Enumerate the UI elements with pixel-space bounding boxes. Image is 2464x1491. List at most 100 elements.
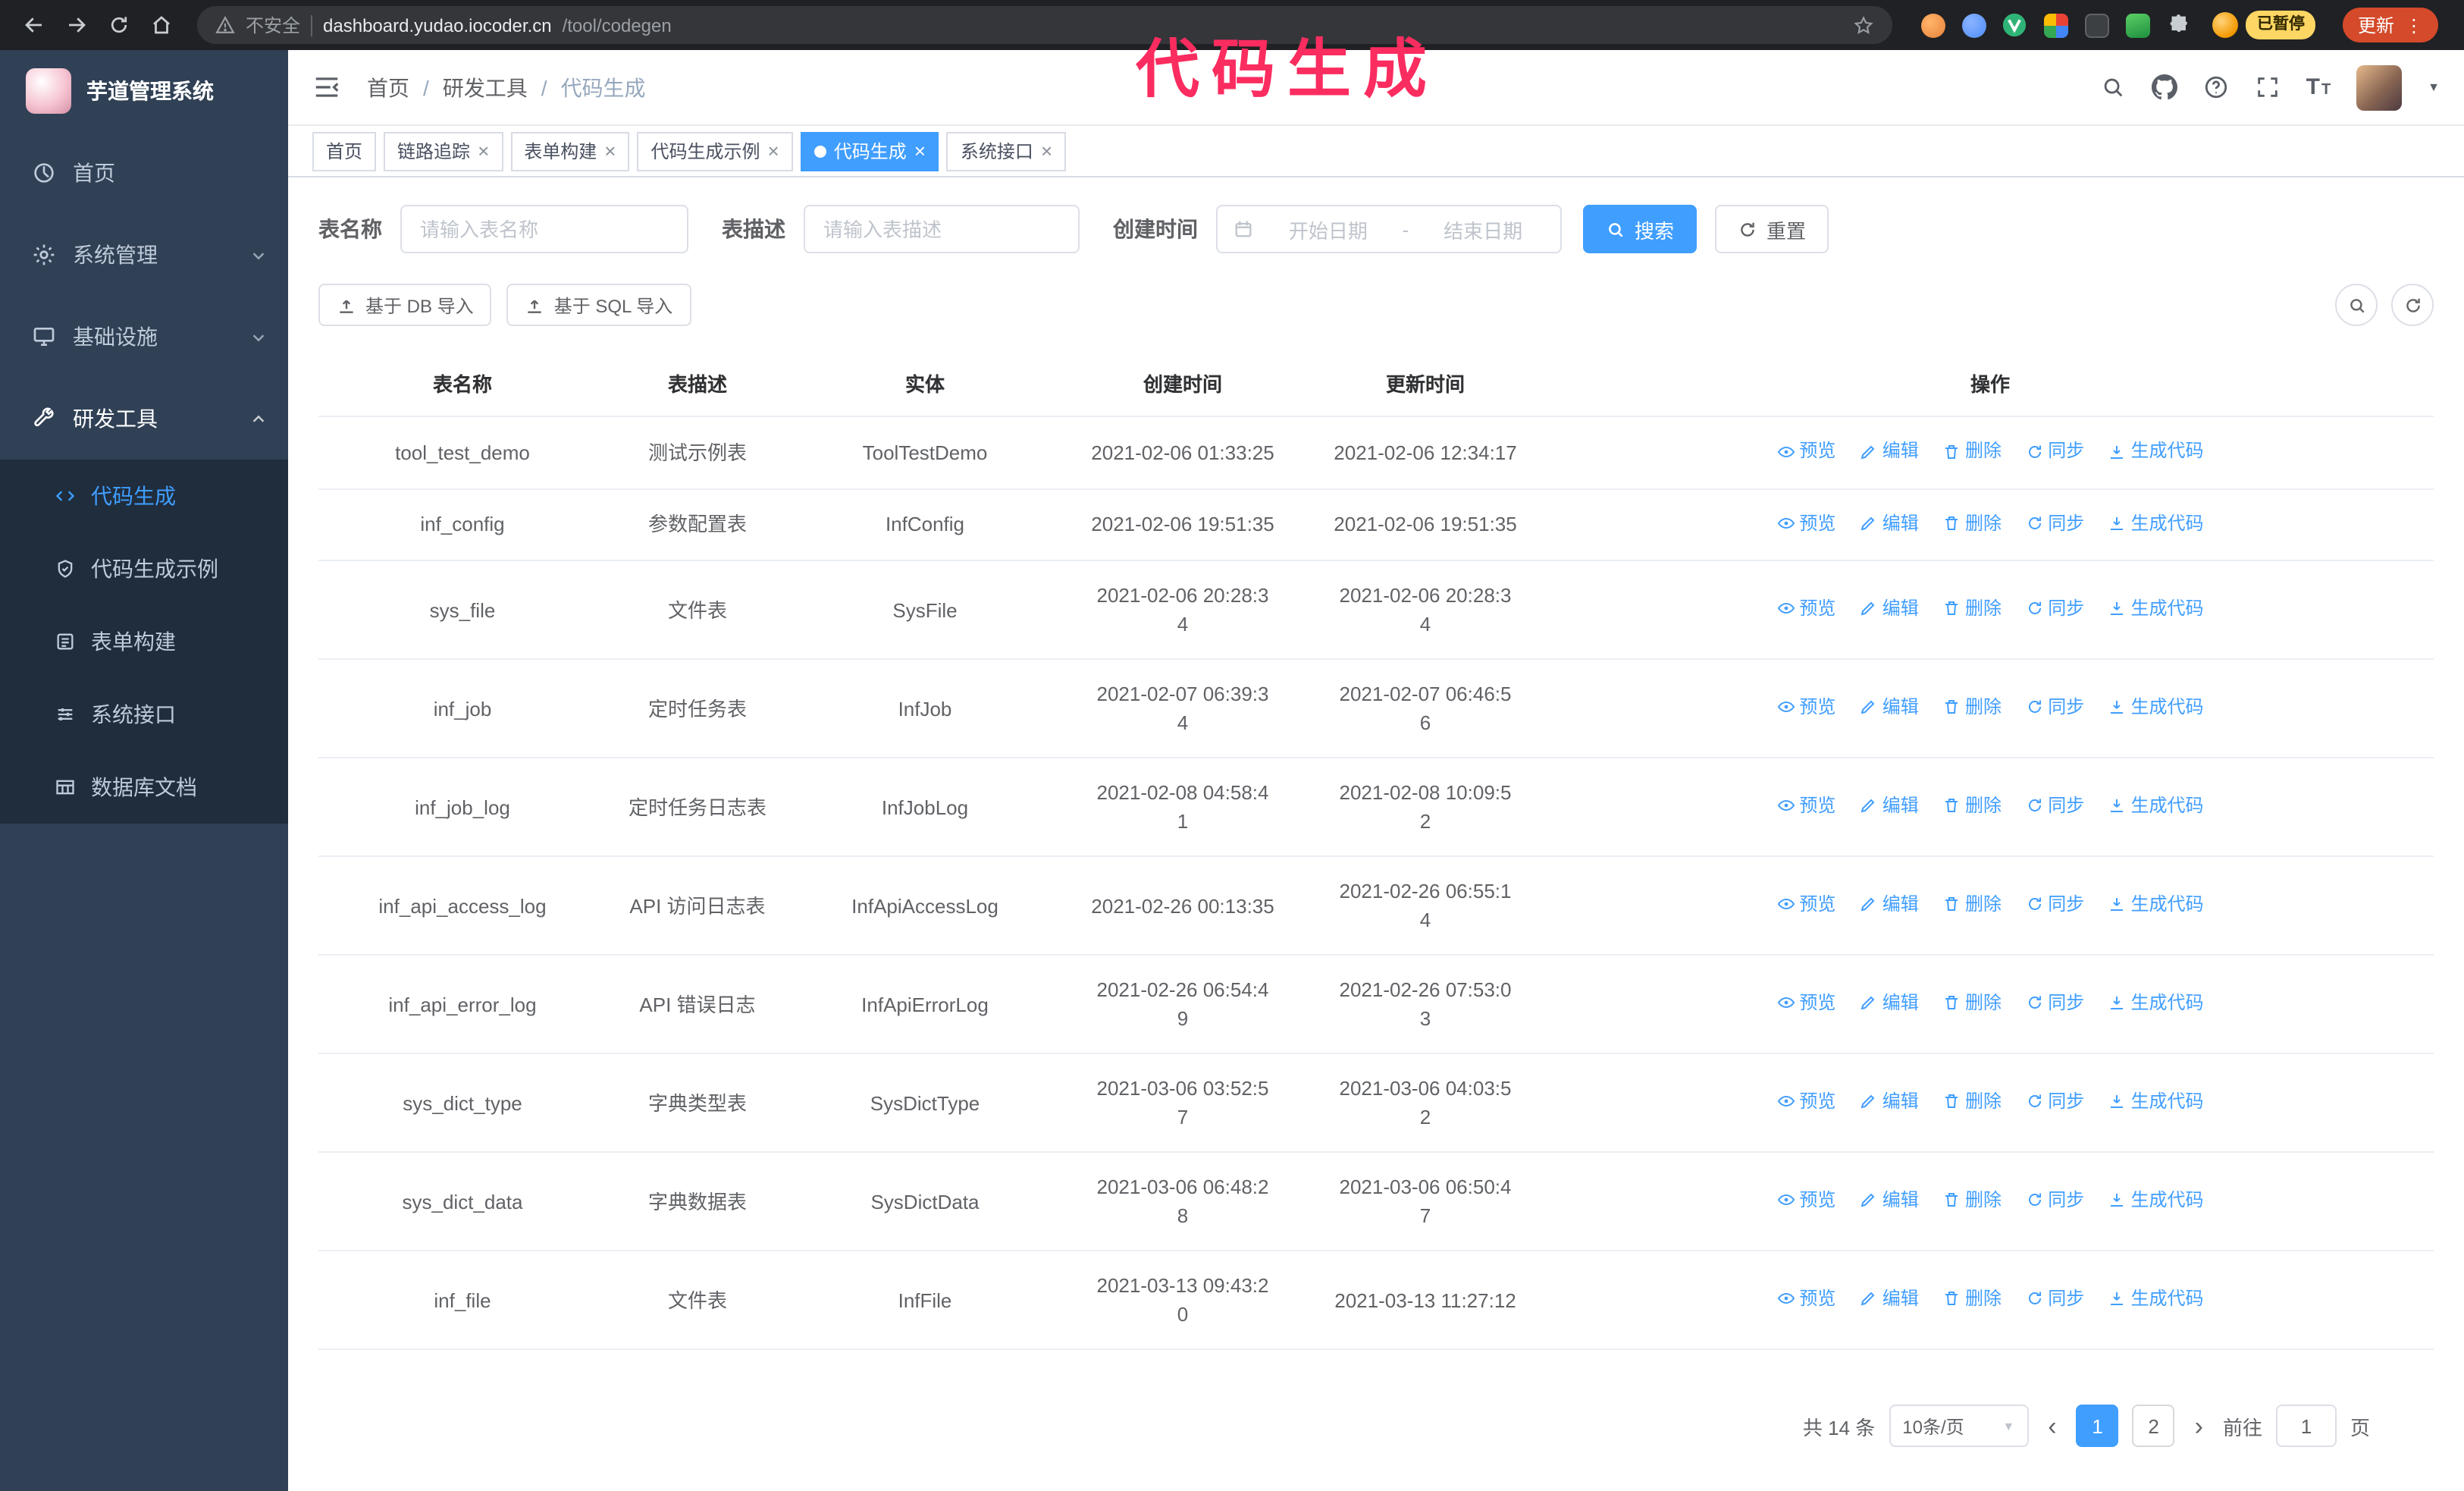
preview-link[interactable]: 预览: [1776, 890, 1835, 919]
user-avatar[interactable]: [2356, 64, 2403, 110]
edit-link[interactable]: 编辑: [1860, 437, 1919, 466]
browser-reload-button[interactable]: [100, 6, 138, 44]
delete-link[interactable]: 删除: [1942, 437, 2002, 466]
browser-back-button[interactable]: [15, 6, 53, 44]
sync-link[interactable]: 同步: [2025, 1186, 2084, 1215]
sync-link[interactable]: 同步: [2025, 1285, 2084, 1314]
sync-link[interactable]: 同步: [2025, 890, 2084, 919]
preview-link[interactable]: 预览: [1776, 989, 1835, 1018]
sidebar-item-home[interactable]: 首页: [0, 132, 288, 214]
browser-menu-icon[interactable]: ⋮: [2405, 16, 2423, 34]
refresh-table-button[interactable]: [2391, 284, 2434, 326]
edit-link[interactable]: 编辑: [1860, 595, 1919, 623]
generate-code-link[interactable]: 生成代码: [2108, 1088, 2204, 1116]
goto-page-input[interactable]: [2275, 1405, 2337, 1447]
sidebar-item-db-doc[interactable]: 数据库文档: [0, 751, 288, 824]
close-icon[interactable]: ×: [914, 141, 926, 161]
delete-link[interactable]: 删除: [1942, 509, 2002, 538]
tab-codegen[interactable]: 代码生成 ×: [800, 131, 939, 171]
close-icon[interactable]: ×: [1041, 141, 1052, 161]
delete-link[interactable]: 删除: [1942, 1088, 2002, 1116]
preview-link[interactable]: 预览: [1776, 1088, 1835, 1116]
breadcrumb-home[interactable]: 首页: [367, 72, 409, 102]
sync-link[interactable]: 同步: [2025, 1088, 2084, 1116]
generate-code-link[interactable]: 生成代码: [2108, 792, 2204, 821]
app-logo[interactable]: 芋道管理系统: [0, 50, 288, 132]
preview-link[interactable]: 预览: [1776, 1285, 1835, 1314]
preview-link[interactable]: 预览: [1776, 693, 1835, 722]
edit-link[interactable]: 编辑: [1860, 890, 1919, 919]
edit-link[interactable]: 编辑: [1860, 509, 1919, 538]
generate-code-link[interactable]: 生成代码: [2108, 989, 2204, 1018]
search-icon[interactable]: [2100, 74, 2126, 100]
sync-link[interactable]: 同步: [2025, 437, 2084, 466]
delete-link[interactable]: 删除: [1942, 1186, 2002, 1215]
delete-link[interactable]: 删除: [1942, 989, 2002, 1018]
sidebar-item-form-builder[interactable]: 表单构建: [0, 605, 288, 678]
tab-tracer[interactable]: 链路追踪 ×: [384, 131, 503, 171]
extension-icon[interactable]: [2002, 12, 2028, 38]
hide-search-button[interactable]: [2335, 284, 2378, 326]
extension-icon[interactable]: [2084, 12, 2110, 38]
github-icon[interactable]: [2151, 74, 2177, 100]
generate-code-link[interactable]: 生成代码: [2108, 595, 2204, 623]
generate-code-link[interactable]: 生成代码: [2108, 1186, 2204, 1215]
extension-icon[interactable]: [2125, 12, 2151, 38]
delete-link[interactable]: 删除: [1942, 1285, 2002, 1314]
extension-icon[interactable]: [2043, 12, 2069, 38]
generate-code-link[interactable]: 生成代码: [2108, 890, 2204, 919]
next-page-button[interactable]: ›: [2189, 1413, 2209, 1439]
generate-code-link[interactable]: 生成代码: [2108, 693, 2204, 722]
sidebar-item-infra[interactable]: 基础设施: [0, 296, 288, 378]
breadcrumb-devtools[interactable]: 研发工具: [443, 72, 528, 102]
sidebar-item-devtools[interactable]: 研发工具: [0, 378, 288, 460]
preview-link[interactable]: 预览: [1776, 792, 1835, 821]
sync-link[interactable]: 同步: [2025, 595, 2084, 623]
close-icon[interactable]: ×: [768, 141, 779, 161]
tab-codegen-example[interactable]: 代码生成示例 ×: [637, 131, 793, 171]
edit-link[interactable]: 编辑: [1860, 1088, 1919, 1116]
generate-code-link[interactable]: 生成代码: [2108, 1285, 2204, 1314]
bookmark-star-icon[interactable]: [1854, 14, 1875, 36]
tab-home[interactable]: 首页: [312, 131, 377, 171]
extension-icon[interactable]: [1920, 12, 1946, 38]
font-size-icon[interactable]: T T: [2306, 76, 2331, 99]
page-1-button[interactable]: 1: [2076, 1405, 2119, 1447]
sidebar-item-system-api[interactable]: 系统接口: [0, 678, 288, 751]
sidebar-item-codegen[interactable]: 代码生成: [0, 460, 288, 532]
search-button[interactable]: 搜索: [1583, 205, 1698, 253]
table-desc-input[interactable]: [804, 205, 1080, 253]
preview-link[interactable]: 预览: [1776, 509, 1835, 538]
edit-link[interactable]: 编辑: [1860, 989, 1919, 1018]
sync-link[interactable]: 同步: [2025, 792, 2084, 821]
edit-link[interactable]: 编辑: [1860, 693, 1919, 722]
sidebar-toggle-icon[interactable]: [312, 73, 341, 102]
extension-icon[interactable]: [1961, 12, 1987, 38]
extensions-puzzle-icon[interactable]: [2166, 12, 2192, 38]
sync-link[interactable]: 同步: [2025, 989, 2084, 1018]
date-range-picker[interactable]: 开始日期 - 结束日期: [1216, 205, 1562, 253]
preview-link[interactable]: 预览: [1776, 1186, 1835, 1215]
prev-page-button[interactable]: ‹: [2042, 1413, 2062, 1439]
edit-link[interactable]: 编辑: [1860, 792, 1919, 821]
edit-link[interactable]: 编辑: [1860, 1285, 1919, 1314]
edit-link[interactable]: 编辑: [1860, 1186, 1919, 1215]
close-icon[interactable]: ×: [478, 141, 489, 161]
tab-system-api[interactable]: 系统接口 ×: [946, 131, 1067, 171]
preview-link[interactable]: 预览: [1776, 437, 1835, 466]
delete-link[interactable]: 删除: [1942, 595, 2002, 623]
avatar-caret-icon[interactable]: ▼: [2428, 80, 2440, 94]
sidebar-item-system[interactable]: 系统管理: [0, 214, 288, 296]
sync-link[interactable]: 同步: [2025, 509, 2084, 538]
url-bar[interactable]: 不安全 dashboard.yudao.iocoder.cn /tool/cod…: [197, 6, 1893, 44]
page-size-select[interactable]: 10条/页 ▼: [1889, 1405, 2029, 1447]
preview-link[interactable]: 预览: [1776, 595, 1835, 623]
generate-code-link[interactable]: 生成代码: [2108, 437, 2204, 466]
tab-form-builder[interactable]: 表单构建 ×: [510, 131, 630, 171]
reset-button[interactable]: 重置: [1715, 205, 1829, 253]
close-icon[interactable]: ×: [604, 141, 616, 161]
browser-forward-button[interactable]: [58, 6, 96, 44]
generate-code-link[interactable]: 生成代码: [2108, 509, 2204, 538]
table-name-input[interactable]: [400, 205, 688, 253]
page-2-button[interactable]: 2: [2132, 1405, 2175, 1447]
